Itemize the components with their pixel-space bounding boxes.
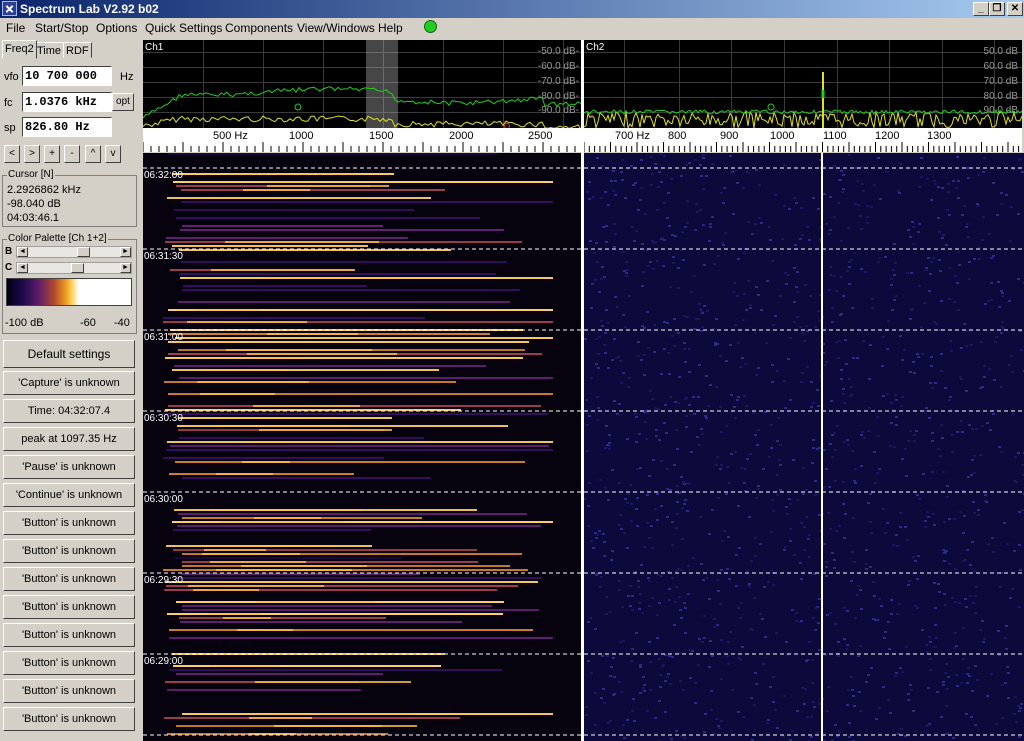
menu-options[interactable]: Options <box>96 21 137 35</box>
ch1-waterfall-image <box>143 153 581 736</box>
ch2-spectrum-trace <box>584 72 1022 129</box>
window-title: Spectrum Lab V2.92 b02 <box>20 2 159 16</box>
ch1-freq-label-500: 500 Hz <box>213 130 248 142</box>
palette-mid-label: -60 <box>80 317 96 329</box>
color-palette-title: Color Palette [Ch 1+2] <box>7 233 108 244</box>
ch2-freq-label-1200: 1200 <box>875 130 900 142</box>
vfo-label: vfo <box>4 71 19 83</box>
zoom-in-button[interactable]: + <box>44 145 60 163</box>
opt-button[interactable]: opt <box>112 93 134 111</box>
ch2-freq-label-1100: 1100 <box>823 130 847 142</box>
user-button-7[interactable]: 'Button' is unknown <box>3 679 135 703</box>
ch2-freq-label-1000: 1000 <box>770 130 795 142</box>
continue-button[interactable]: 'Continue' is unknown <box>3 483 135 507</box>
vfo-field[interactable]: 10 700 000 <box>22 66 112 86</box>
brightness-slider-thumb[interactable] <box>77 247 90 257</box>
contrast-right-arrow-icon[interactable]: ► <box>120 263 131 273</box>
waterfall-time-label: 06:29:30 <box>144 575 183 586</box>
user-button-8[interactable]: 'Button' is unknown <box>3 707 135 731</box>
spectrum-lab-app-icon[interactable] <box>2 1 17 16</box>
ch2-freq-label-900: 900 <box>720 130 739 142</box>
waterfall-time-label: 06:30:30 <box>144 413 183 424</box>
tab-rdf[interactable]: RDF <box>63 42 92 58</box>
pause-button[interactable]: 'Pause' is unknown <box>3 455 135 479</box>
contrast-slider[interactable]: ◄ ► <box>16 262 132 274</box>
channel-separator <box>581 40 584 741</box>
ch1-spectrum-graph[interactable]: Ch1 -50.0 dB- -60.0 dB- -70.0 dB- -80.0 … <box>143 40 581 129</box>
contrast-label: C <box>5 262 13 273</box>
brightness-slider[interactable]: ◄ ► <box>16 246 132 258</box>
default-settings-button[interactable]: Default settings <box>3 340 135 368</box>
ch1-frequency-ticks <box>143 142 576 152</box>
user-button-3[interactable]: 'Button' is unknown <box>3 567 135 591</box>
ch1-spectrum-trace <box>143 86 581 129</box>
tab-freq2[interactable]: Freq2 <box>2 40 37 59</box>
ch1-freq-label-1500: 1500 <box>369 130 394 142</box>
ch1-waterfall[interactable]: 06:32:00 06:31:30 06:31:00 06:30:30 06:30:00… <box>143 153 581 741</box>
waterfall-time-label: 06:30:00 <box>144 494 183 505</box>
ch2-frequency-scale[interactable]: 700 Hz 800 900 1000 1100 1200 1300 <box>584 128 1022 152</box>
menu-components[interactable]: Components <box>225 21 293 35</box>
cursor-level: -98.040 dB <box>7 198 61 210</box>
cursor-group: Cursor [N] 2.2926862 kHz -98.040 dB 04:0… <box>2 169 137 227</box>
menu-bar: File Start/Stop Options Quick Settings C… <box>0 18 1024 38</box>
menu-help[interactable]: Help <box>378 21 403 35</box>
zoom-out-button[interactable]: - <box>64 145 80 163</box>
brightness-right-arrow-icon[interactable]: ► <box>120 247 131 257</box>
capture-button[interactable]: 'Capture' is unknown <box>3 371 135 395</box>
waterfall-time-label: 06:31:00 <box>144 332 183 343</box>
user-button-4[interactable]: 'Button' is unknown <box>3 595 135 619</box>
sp-field[interactable]: 826.80 Hz <box>22 117 112 137</box>
ch2-freq-label-1300: 1300 <box>927 130 952 142</box>
fc-field[interactable]: 1.0376 kHz <box>22 92 112 112</box>
minimize-button[interactable]: _ <box>973 2 989 16</box>
nav-right-button[interactable]: > <box>24 145 40 163</box>
control-panel: Freq2 Time RDF vfo 10 700 000 Hz fc 1.03… <box>0 38 140 741</box>
color-palette-bar <box>6 278 132 306</box>
ch2-freq-label-700: 700 Hz <box>615 130 650 142</box>
brightness-label: B <box>5 246 13 257</box>
waterfall-time-label: 06:31:30 <box>144 251 183 262</box>
palette-max-label: -40 <box>114 317 130 329</box>
ch2-waterfall-image <box>584 153 1024 741</box>
nav-down-button[interactable]: v <box>105 145 121 163</box>
waterfall-time-label: 06:29:00 <box>144 656 183 667</box>
title-bar: Spectrum Lab V2.92 b02 _ ❐ ✕ <box>0 0 1024 18</box>
user-button-5[interactable]: 'Button' is unknown <box>3 623 135 647</box>
user-button-1[interactable]: 'Button' is unknown <box>3 511 135 535</box>
nav-left-button[interactable]: < <box>4 145 20 163</box>
time-button[interactable]: Time: 04:32:07.4 <box>3 399 135 423</box>
sp-label: sp <box>4 122 16 134</box>
cursor-time: 04:03:46.1 <box>7 212 59 224</box>
ch2-spectrum-graph[interactable]: Ch2 50.0 dB 60.0 dB 70.0 dB 80.0 dB 90.0… <box>584 40 1022 129</box>
user-button-2[interactable]: 'Button' is unknown <box>3 539 135 563</box>
tab-time[interactable]: Time <box>34 42 65 58</box>
ch1-freq-label-2000: 2000 <box>449 130 474 142</box>
contrast-left-arrow-icon[interactable]: ◄ <box>17 263 28 273</box>
maximize-button[interactable]: ❐ <box>989 2 1005 16</box>
green-status-indicator-icon[interactable] <box>424 20 437 33</box>
palette-min-label: -100 dB <box>5 317 44 329</box>
menu-file[interactable]: File <box>6 21 25 35</box>
fc-label: fc <box>4 97 13 109</box>
ch2-freq-label-800: 800 <box>668 130 687 142</box>
ch2-waterfall[interactable] <box>584 153 1024 741</box>
vfo-unit: Hz <box>120 71 134 83</box>
menu-start-stop[interactable]: Start/Stop <box>35 21 88 35</box>
ch1-freq-label-2500: 2500 <box>528 130 553 142</box>
cursor-frequency: 2.2926862 kHz <box>7 184 81 196</box>
brightness-left-arrow-icon[interactable]: ◄ <box>17 247 28 257</box>
waterfall-time-label: 06:32:00 <box>144 170 183 181</box>
ch1-frequency-scale[interactable]: 500 Hz 1000 1500 2000 2500 <box>143 128 581 152</box>
ch2-frequency-marker <box>821 153 823 741</box>
close-button[interactable]: ✕ <box>1007 2 1023 16</box>
cursor-group-title: Cursor [N] <box>7 169 55 180</box>
nav-up-button[interactable]: ^ <box>85 145 101 163</box>
peak-button[interactable]: peak at 1097.35 Hz <box>3 427 135 451</box>
user-button-6[interactable]: 'Button' is unknown <box>3 651 135 675</box>
ch1-freq-label-1000: 1000 <box>289 130 314 142</box>
contrast-slider-thumb[interactable] <box>71 263 84 273</box>
menu-quick-settings[interactable]: Quick Settings <box>145 21 222 35</box>
menu-view-windows[interactable]: View/Windows <box>297 21 375 35</box>
